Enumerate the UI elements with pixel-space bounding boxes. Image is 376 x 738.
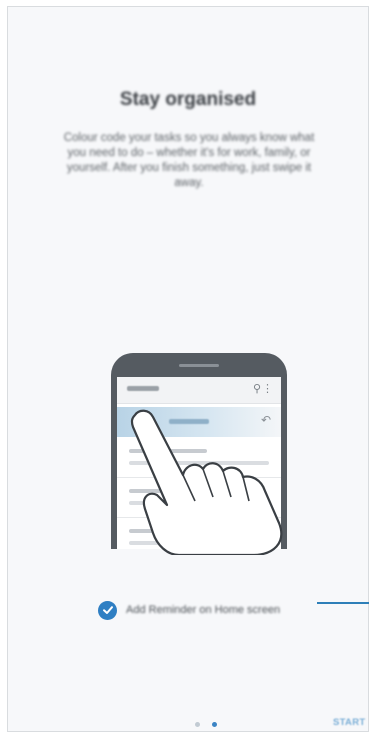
page-dot-active (212, 722, 217, 727)
more-options-icon: ⋮ (262, 383, 273, 395)
search-icon: ⚲ (252, 383, 261, 395)
hand-icon (130, 409, 283, 555)
callout-line (317, 602, 369, 604)
illustration-app-title (127, 386, 159, 391)
onboarding-screen: Stay organised Colour code your tasks so… (7, 6, 369, 732)
start-button[interactable]: START (333, 717, 365, 728)
phone-speaker (179, 364, 219, 367)
illustration-app-bar: ⚲ ⋮ (117, 377, 281, 404)
page-indicator (195, 722, 217, 727)
checkbox-label[interactable]: Add Reminder on Home screen (126, 604, 280, 616)
page-description: Colour code your tasks so you always kno… (63, 132, 315, 189)
page-title: Stay organised (119, 89, 257, 110)
checkbox-checked-icon[interactable] (98, 600, 117, 620)
page-dot (195, 722, 200, 727)
home-screen-reminder-option[interactable]: Add Reminder on Home screen (98, 600, 280, 620)
